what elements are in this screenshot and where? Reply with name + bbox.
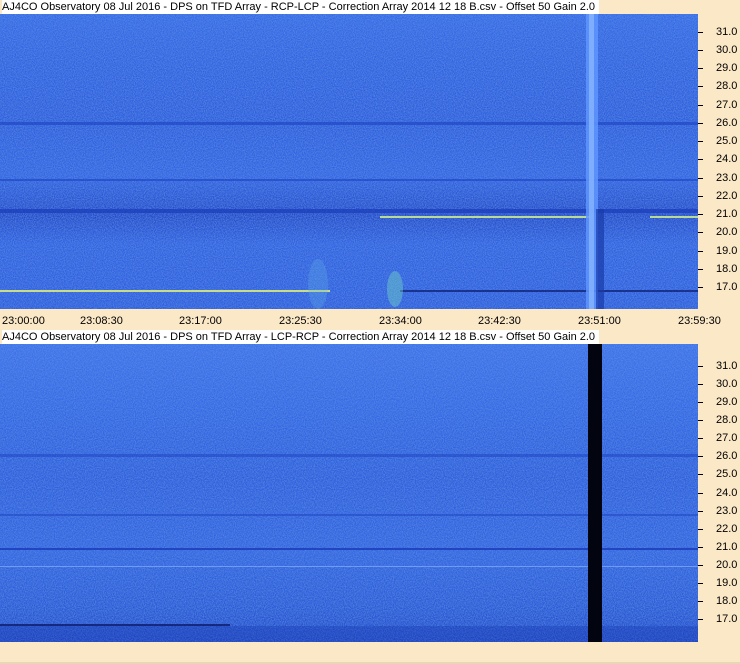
x-tick: 23:17:00 <box>179 315 222 327</box>
y-tick: 19.0 <box>698 245 740 257</box>
y-tick: 29.0 <box>698 396 740 408</box>
spectrogram-image <box>0 344 698 642</box>
y-tick: 31.0 <box>698 360 740 372</box>
y-tick: 17.0 <box>698 281 740 293</box>
spectrogram-panel-lcp-rcp: AJ4CO Observatory 08 Jul 2016 - DPS on T… <box>0 330 740 664</box>
time-axis: 23:00:00 23:08:30 23:17:00 23:25:30 23:3… <box>0 309 740 330</box>
y-tick: 22.0 <box>698 190 740 202</box>
x-tick: 23:51:00 <box>578 315 621 327</box>
y-tick: 20.0 <box>698 226 740 238</box>
x-tick: 23:42:30 <box>478 315 521 327</box>
y-tick: 23.0 <box>698 505 740 517</box>
y-tick: 21.0 <box>698 208 740 220</box>
y-tick: 17.0 <box>698 613 740 625</box>
y-tick: 21.0 <box>698 541 740 553</box>
x-tick: 23:25:30 <box>279 315 322 327</box>
frequency-axis: 31.0 30.0 29.0 28.0 27.0 26.0 25.0 24.0 … <box>698 14 740 309</box>
spectrogram-panel-rcp-lcp: AJ4CO Observatory 08 Jul 2016 - DPS on T… <box>0 0 740 330</box>
x-tick: 23:00:00 <box>2 315 45 327</box>
y-tick: 22.0 <box>698 523 740 535</box>
y-tick: 31.0 <box>698 26 740 38</box>
x-tick: 23:59:30 <box>678 315 721 327</box>
spectrogram-svg <box>0 344 698 642</box>
y-tick: 26.0 <box>698 117 740 129</box>
y-tick: 24.0 <box>698 153 740 165</box>
y-tick: 23.0 <box>698 172 740 184</box>
panel-title: AJ4CO Observatory 08 Jul 2016 - DPS on T… <box>2 330 600 344</box>
y-tick: 30.0 <box>698 44 740 56</box>
y-tick: 27.0 <box>698 432 740 444</box>
x-tick: 23:08:30 <box>80 315 123 327</box>
frequency-axis: 31.0 30.0 29.0 28.0 27.0 26.0 25.0 24.0 … <box>698 344 740 642</box>
y-tick: 30.0 <box>698 378 740 390</box>
spectrogram-svg <box>0 14 698 309</box>
y-tick: 20.0 <box>698 559 740 571</box>
y-tick: 28.0 <box>698 414 740 426</box>
y-tick: 24.0 <box>698 487 740 499</box>
y-tick: 25.0 <box>698 135 740 147</box>
x-tick: 23:34:00 <box>379 315 422 327</box>
y-tick: 19.0 <box>698 577 740 589</box>
time-axis-empty <box>0 642 740 664</box>
y-tick: 18.0 <box>698 595 740 607</box>
y-tick: 18.0 <box>698 263 740 275</box>
panel-title: AJ4CO Observatory 08 Jul 2016 - DPS on T… <box>2 0 600 14</box>
y-tick: 27.0 <box>698 99 740 111</box>
y-tick: 25.0 <box>698 468 740 480</box>
y-tick: 28.0 <box>698 80 740 92</box>
y-tick: 29.0 <box>698 62 740 74</box>
y-tick: 26.0 <box>698 450 740 462</box>
spectrogram-image <box>0 14 698 309</box>
